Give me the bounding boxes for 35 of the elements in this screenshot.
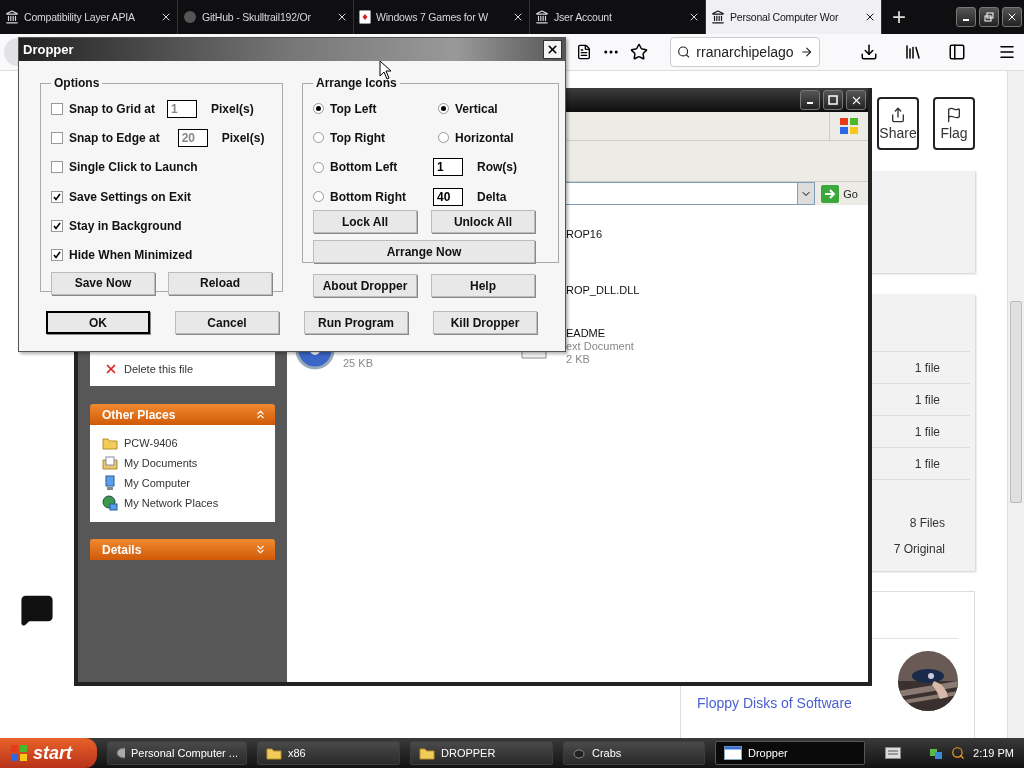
file-detail: ext Document: [566, 339, 634, 353]
unit-label: Pixel(s): [211, 101, 254, 116]
unit-label: Delta: [477, 189, 507, 204]
group-title: Arrange Icons: [315, 76, 398, 90]
file-name: EADME: [566, 326, 607, 340]
window-title: Dropper: [23, 42, 74, 57]
group-title: Options: [53, 76, 101, 90]
radio-label: Bottom Right: [330, 189, 406, 204]
file-count: 1 file: [914, 456, 940, 471]
file-count: 1 file: [914, 424, 940, 439]
unit-label: Row(s): [477, 160, 517, 175]
total-text: 7 Original: [893, 542, 945, 556]
checkbox-label: Hide When Minimized: [69, 248, 193, 263]
total-text: 8 Files: [909, 516, 945, 530]
file-name: ROP_DLL.DLL: [566, 283, 640, 297]
unit-label: Pixel(s): [221, 130, 265, 145]
panel-title: Details: [102, 542, 142, 557]
checkbox-label: Save Settings on Exit: [69, 189, 192, 204]
checkbox-label: Snap to Grid at: [69, 101, 155, 116]
radio-label: Top Right: [330, 130, 386, 145]
file-count: 1 file: [914, 392, 940, 407]
checkbox-label: Snap to Edge at: [69, 130, 160, 145]
file-detail: 2 KB: [566, 352, 591, 366]
radio-label: Bottom Left: [330, 160, 398, 175]
radio-label: Vertical: [455, 101, 498, 116]
search-text: rranarchipelago: [696, 44, 794, 60]
file-name: ROP16: [566, 227, 603, 241]
clock: 2:19 PM: [973, 747, 1014, 759]
radio-label: Horizontal: [455, 130, 514, 145]
checkbox-label: Stay in Background: [69, 218, 182, 233]
file-name: 25 KB: [343, 357, 373, 370]
panel-title: Other Places: [102, 407, 176, 422]
radio-label: Top Left: [330, 101, 377, 116]
checkbox-label: Single Click to Launch: [69, 160, 198, 175]
file-count: 1 file: [914, 360, 940, 375]
